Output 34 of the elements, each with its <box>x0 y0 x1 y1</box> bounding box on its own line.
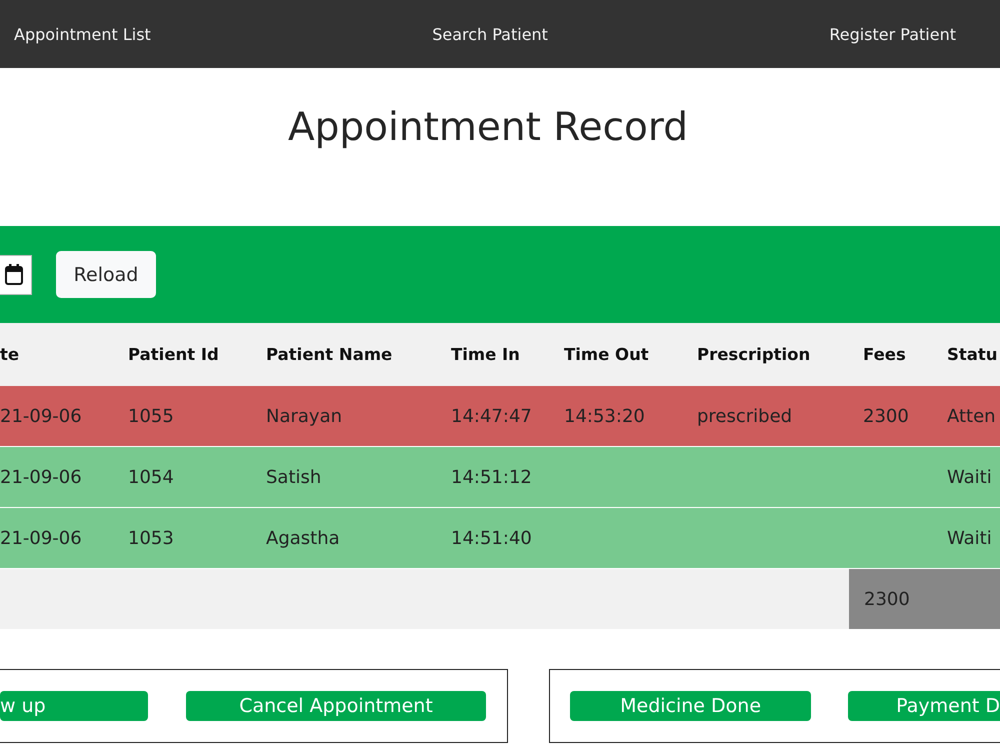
column-header: Time In <box>451 345 521 364</box>
table-cell-text: 14:51:40 <box>451 528 533 548</box>
table-cell-text: Agastha <box>266 528 341 548</box>
table-cell-text: 21-09-06 <box>0 466 83 488</box>
table-cell-text: 21-09-06 <box>0 528 83 548</box>
column-header: Patient Id <box>128 345 220 364</box>
column-header: Prescription <box>697 345 812 364</box>
table-cell-text: 14:51:12 <box>451 466 533 488</box>
nav-link[interactable]: Search Patient <box>432 24 548 44</box>
column-header: Time Out <box>564 345 650 364</box>
table-cell-text: 21-09-06 <box>0 406 83 426</box>
nav-link[interactable]: Appointment List <box>14 24 151 44</box>
table-cell-text: 1054 <box>128 466 175 488</box>
column-header: Statu <box>947 345 999 364</box>
table-cell-text: Satish <box>266 466 322 488</box>
table-cell-text: Waiti <box>947 466 993 488</box>
table-cell-text: Atten <box>947 406 997 426</box>
reload-button[interactable]: Reload <box>56 251 156 298</box>
table-cell-text: 1055 <box>128 406 175 426</box>
table-cell-text: Waiti <box>947 528 993 548</box>
nav-link[interactable]: Register Patient <box>829 24 956 44</box>
table-cell-text: 14:53:20 <box>564 406 646 426</box>
column-header: Fees <box>863 345 907 364</box>
table-cell-text: 1053 <box>128 528 175 548</box>
date-field[interactable] <box>0 254 32 294</box>
table-cell-text: Narayan <box>266 406 344 426</box>
table-cell-text: prescribed <box>697 406 794 426</box>
calendar-icon <box>5 264 23 285</box>
column-header: Patient Name <box>266 345 394 364</box>
table-cell-text: 14:47:47 <box>451 406 533 426</box>
column-header: te <box>0 345 20 364</box>
page-title: Appointment Record <box>288 104 688 150</box>
total-fees-cell: 2300 <box>849 569 1000 629</box>
table-cell-text: 2300 <box>863 406 910 426</box>
